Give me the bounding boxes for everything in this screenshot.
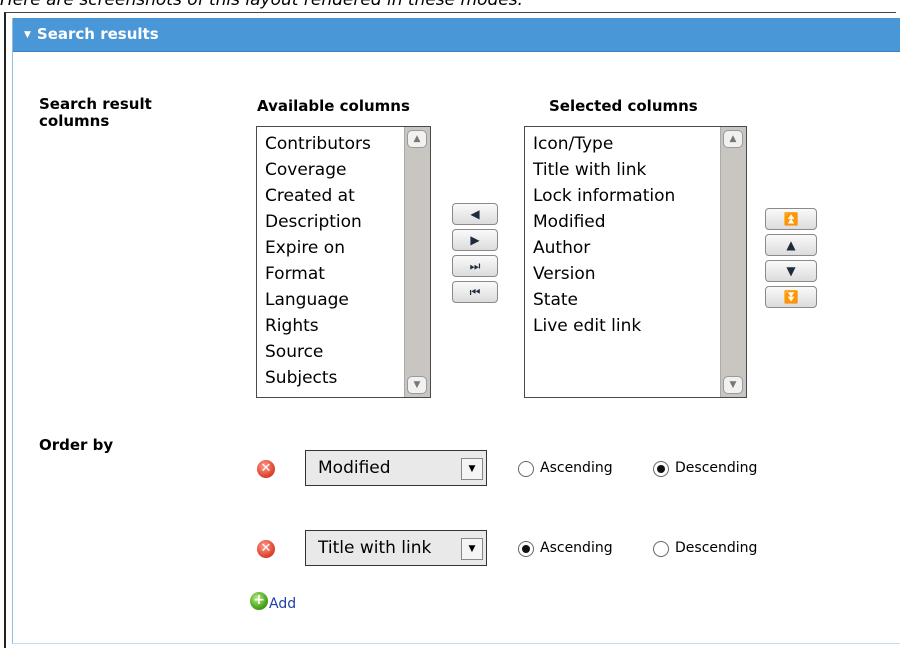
- skip-forward-icon: ⏭: [469, 259, 481, 273]
- scroll-down-icon[interactable]: ▼: [407, 376, 427, 394]
- list-item[interactable]: Version: [533, 261, 746, 287]
- double-down-icon: ⏬: [783, 290, 799, 304]
- triangle-down-icon: ▼: [24, 30, 31, 40]
- selected-list-scrollbar[interactable]: ▲ ▼: [720, 127, 746, 397]
- list-item[interactable]: Modified: [533, 209, 746, 235]
- descending-label: Descending: [675, 460, 758, 476]
- chevron-down-icon[interactable]: ▼: [461, 538, 483, 560]
- descending-radio[interactable]: [653, 541, 669, 557]
- list-item[interactable]: State: [533, 287, 746, 313]
- move-down-button[interactable]: ▼: [765, 260, 817, 282]
- scroll-down-icon[interactable]: ▼: [723, 376, 743, 394]
- double-up-icon: ⏫: [783, 212, 799, 226]
- list-item[interactable]: Icon/Type: [533, 131, 746, 157]
- ascending-radio[interactable]: [518, 461, 534, 477]
- list-item[interactable]: Title with link: [533, 157, 746, 183]
- ascending-label: Ascending: [540, 460, 613, 476]
- chevron-down-icon[interactable]: ▼: [461, 458, 483, 480]
- skip-back-icon: ⏮: [469, 285, 481, 299]
- move-all-right-button[interactable]: ⏭: [452, 255, 498, 277]
- selected-columns-heading: Selected columns: [549, 97, 698, 115]
- list-item[interactable]: Author: [533, 235, 746, 261]
- available-columns-heading: Available columns: [257, 97, 410, 115]
- move-bottom-button[interactable]: ⏬: [765, 286, 817, 308]
- page-caption: Here are screenshots of this layout rend…: [0, 0, 524, 10]
- move-left-button[interactable]: ◀: [452, 203, 498, 225]
- remove-icon[interactable]: ✕: [257, 540, 275, 558]
- remove-icon[interactable]: ✕: [257, 460, 275, 478]
- scroll-up-icon[interactable]: ▲: [407, 130, 427, 148]
- arrow-left-icon: ◀: [470, 207, 480, 221]
- add-link[interactable]: Add: [269, 596, 296, 612]
- descending-radio[interactable]: [653, 461, 669, 477]
- move-top-button[interactable]: ⏫: [765, 208, 817, 230]
- search-result-columns-label: Search result columns: [39, 95, 152, 130]
- ascending-radio[interactable]: [518, 541, 534, 557]
- available-list-scrollbar[interactable]: ▲ ▼: [404, 127, 430, 397]
- scroll-up-icon[interactable]: ▲: [723, 130, 743, 148]
- order-field-select[interactable]: Title with link ▼: [305, 530, 487, 566]
- descending-label: Descending: [675, 540, 758, 556]
- arrow-down-icon: ▼: [786, 264, 796, 278]
- select-value: Title with link: [318, 538, 432, 558]
- select-value: Modified: [318, 458, 391, 478]
- selected-columns-list[interactable]: Icon/Type Title with link Lock informati…: [524, 126, 747, 398]
- available-columns-list[interactable]: Contributors Coverage Created at Descrip…: [256, 126, 431, 398]
- arrow-up-icon: ▲: [786, 238, 796, 252]
- list-item[interactable]: Live edit link: [533, 313, 746, 339]
- move-right-button[interactable]: ▶: [452, 229, 498, 251]
- move-up-button[interactable]: ▲: [765, 234, 817, 256]
- arrow-right-icon: ▶: [470, 233, 480, 247]
- order-by-label: Order by: [39, 436, 114, 454]
- search-results-panel: ▼ Search results Search result columns Av…: [12, 18, 900, 644]
- move-all-left-button[interactable]: ⏮: [452, 281, 498, 303]
- panel-header[interactable]: ▼ Search results: [13, 18, 900, 52]
- order-field-select[interactable]: Modified ▼: [305, 450, 487, 486]
- add-icon[interactable]: +: [250, 592, 268, 610]
- ascending-label: Ascending: [540, 540, 613, 556]
- list-item[interactable]: Lock information: [533, 183, 746, 209]
- panel-title: Search results: [36, 25, 159, 43]
